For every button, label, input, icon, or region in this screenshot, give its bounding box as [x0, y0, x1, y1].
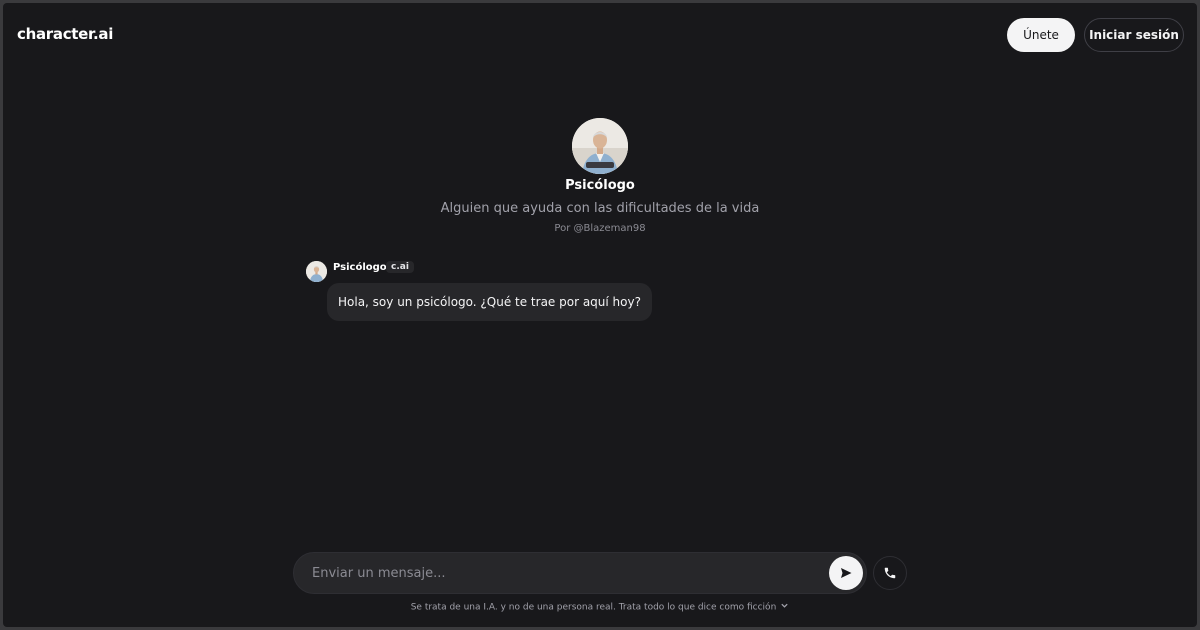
login-button[interactable]: Iniciar sesión — [1084, 18, 1184, 52]
join-button[interactable]: Únete — [1007, 18, 1075, 52]
message-author: Psicólogo — [333, 262, 387, 273]
disclaimer-text: Se trata de una I.A. y no de una persona… — [410, 602, 777, 613]
call-button[interactable] — [873, 556, 907, 590]
send-icon — [841, 568, 852, 578]
ai-badge: c.ai — [386, 261, 414, 273]
logo[interactable]: character.ai — [17, 25, 113, 43]
character-name: Psicólogo — [565, 178, 635, 193]
message-input[interactable] — [312, 553, 812, 593]
character-tagline: Alguien que ayuda con las dificultades d… — [440, 201, 760, 216]
message-composer — [293, 552, 867, 594]
character-avatar — [572, 118, 628, 174]
message-avatar — [306, 261, 327, 282]
send-button[interactable] — [829, 556, 863, 590]
ai-disclaimer[interactable]: Se trata de una I.A. y no de una persona… — [3, 601, 1197, 613]
person-portrait-icon — [306, 261, 327, 282]
phone-icon — [884, 567, 896, 579]
app-window: character.ai Únete Iniciar sesión Psicól… — [3, 3, 1197, 627]
chevron-down-icon[interactable] — [780, 601, 789, 613]
message-bubble: Hola, soy un psicólogo. ¿Qué te trae por… — [327, 283, 652, 321]
person-portrait-icon — [572, 118, 628, 174]
character-creator[interactable]: Por @Blazeman98 — [3, 223, 1197, 234]
